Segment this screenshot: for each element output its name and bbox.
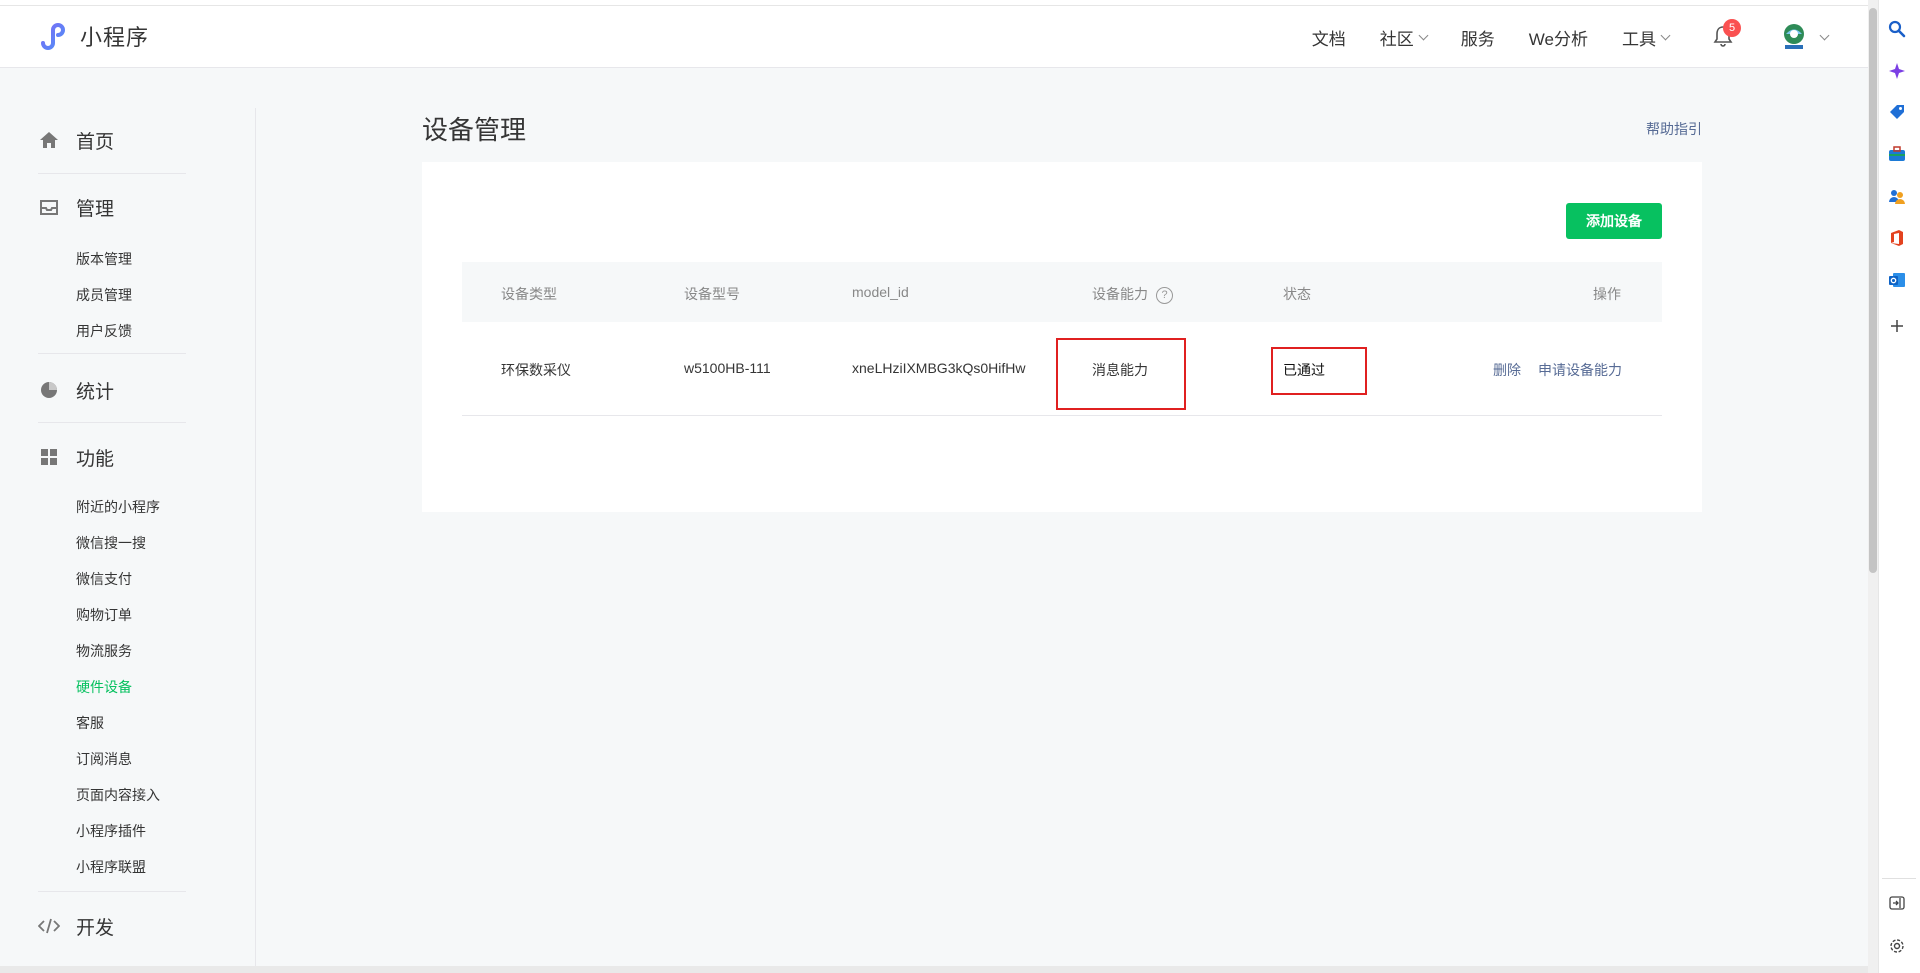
chevron-down-icon [1418,30,1429,40]
inbox-icon [38,196,60,218]
chevron-down-icon [1819,30,1830,40]
sidebar-stats-label: 统计 [76,381,115,403]
chevron-down-icon [1660,30,1671,40]
col-status: 状态 [1283,286,1311,302]
sidebar-home-label: 首页 [76,131,115,153]
sidebar-item-customer-service[interactable]: 客服 [76,713,104,733]
sparkle-icon[interactable] [1886,60,1908,82]
top-header: 小程序 文档 社区 服务 We分析 工具 5 [0,6,1868,68]
pie-chart-icon [38,379,60,401]
miniprogram-logo-icon [41,23,65,50]
page: 小程序 文档 社区 服务 We分析 工具 5 首页 管理 版本管理 成员管理 用… [0,0,1868,973]
panel-toggle-icon[interactable] [1886,892,1908,914]
nav-services[interactable]: 服务 [1461,25,1495,50]
nav-docs[interactable]: 文档 [1312,25,1346,50]
notification-badge: 5 [1723,19,1741,37]
side-panel-divider [1882,878,1916,879]
sidebar-item-alliance[interactable]: 小程序联盟 [76,857,146,877]
cell-model-id: xneLHziIXMBG3kQs0HifHw [852,360,1026,376]
sidebar-item-home[interactable]: 首页 [38,128,115,153]
account-menu[interactable] [1779,22,1830,52]
apply-capability-link[interactable]: 申请设备能力 [1538,360,1622,380]
sidebar-item-nearby[interactable]: 附近的小程序 [76,497,160,517]
sidebar-divider [38,173,186,174]
notification-button[interactable]: 5 [1713,19,1741,49]
sidebar-divider [38,353,186,354]
sidebar-item-version[interactable]: 版本管理 [76,249,132,269]
sidebar-item-wechat-search[interactable]: 微信搜一搜 [76,533,146,553]
nav-community-label: 社区 [1379,29,1414,49]
add-device-button[interactable]: 添加设备 [1566,203,1662,239]
delete-link[interactable]: 删除 [1493,360,1521,380]
highlight-box-capability [1056,338,1186,410]
avatar [1779,22,1809,52]
col-device-model: 设备型号 [684,286,740,302]
sidebar-item-orders[interactable]: 购物订单 [76,605,132,625]
sidebar-item-feedback[interactable]: 用户反馈 [76,321,132,341]
sidebar-item-plugins[interactable]: 小程序插件 [76,821,146,841]
table-header [462,262,1662,322]
sidebar-item-members[interactable]: 成员管理 [76,285,132,305]
page-title: 设备管理 [422,115,527,145]
sidebar-develop-label: 开发 [76,917,115,939]
col-capability: 设备能力? [1092,284,1173,304]
nav-docs-label: 文档 [1311,29,1346,49]
logo[interactable]: 小程序 [38,20,149,52]
highlight-box-status [1271,347,1367,395]
sidebar-item-page-content[interactable]: 页面内容接入 [76,785,160,805]
sidebar-item-wechat-pay[interactable]: 微信支付 [76,569,132,589]
sidebar-item-develop[interactable]: 开发 [38,914,115,939]
nav-we-analysis-label: We分析 [1528,29,1588,49]
grid-icon [38,446,60,468]
sidebar-item-hardware[interactable]: 硬件设备 [76,677,132,697]
office-icon[interactable] [1886,227,1908,249]
cell-device-type: 环保数采仪 [501,362,571,378]
nav-community[interactable]: 社区 [1379,25,1429,50]
plus-icon[interactable] [1886,315,1908,337]
col-model-id: model_id [852,284,909,300]
home-icon [38,129,60,151]
sidebar-item-logistics[interactable]: 物流服务 [76,641,132,661]
col-actions: 操作 [1593,286,1621,302]
sidebar-item-manage[interactable]: 管理 [38,195,115,220]
col-device-type: 设备类型 [501,286,557,302]
scrollbar-thumb[interactable] [1869,8,1877,573]
device-card [422,162,1702,512]
tag-icon[interactable] [1886,101,1908,123]
col-capability-label: 设备能力 [1092,286,1148,302]
people-icon[interactable] [1886,185,1908,207]
nav-we-analysis[interactable]: We分析 [1529,25,1588,50]
sidebar-item-features[interactable]: 功能 [38,445,115,470]
sidebar-divider [38,891,186,892]
help-guide-link[interactable]: 帮助指引 [1646,119,1702,139]
sidebar-item-subscribe-msg[interactable]: 订阅消息 [76,749,132,769]
nav-services-label: 服务 [1460,29,1495,49]
sidebar-item-stats[interactable]: 统计 [38,378,115,403]
table-row-divider [462,415,1662,416]
app-name: 小程序 [80,25,150,50]
nav-tools-label: 工具 [1622,29,1656,49]
settings-icon[interactable] [1886,935,1908,957]
sidebar-features-label: 功能 [76,448,115,470]
search-icon[interactable] [1886,18,1908,40]
help-circle-icon[interactable]: ? [1156,286,1173,304]
nav-tools[interactable]: 工具 [1622,25,1671,50]
toolbox-icon[interactable] [1886,143,1908,165]
code-icon [38,915,60,937]
top-nav: 文档 社区 服务 We分析 工具 5 [1278,6,1830,68]
outlook-icon[interactable] [1886,269,1908,291]
sidebar-divider [38,422,186,423]
cell-device-model: w5100HB-111 [684,360,771,376]
horizontal-scrollbar[interactable] [0,966,1868,973]
sidebar-manage-label: 管理 [76,198,115,220]
